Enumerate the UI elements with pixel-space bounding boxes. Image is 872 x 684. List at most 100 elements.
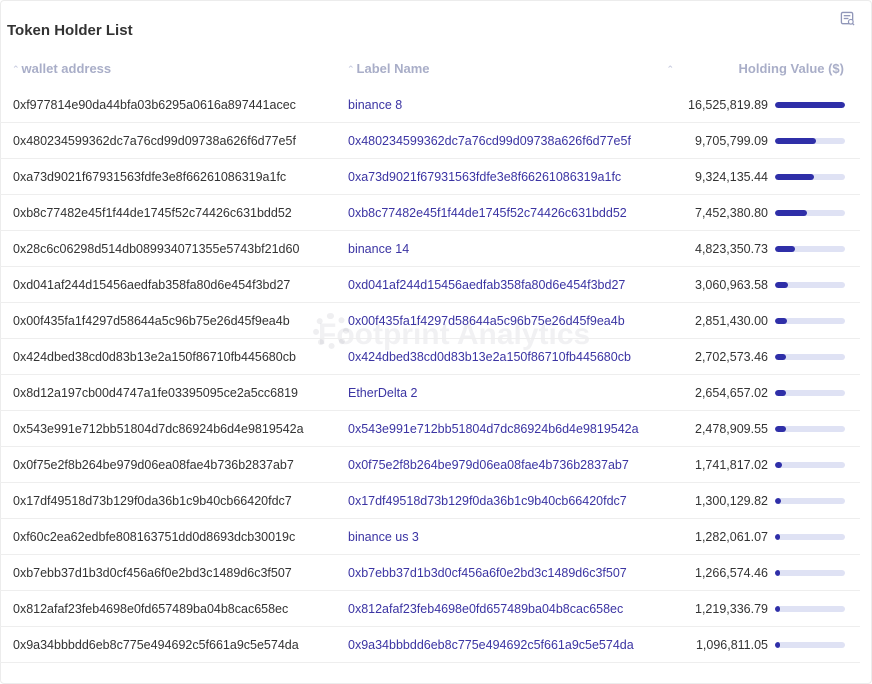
column-header-label-text: Label Name	[356, 61, 430, 76]
wallet-address-cell: 0x8d12a197cb00d4747a1fe03395095ce2a5cc68…	[13, 386, 298, 400]
holding-bar-track	[775, 138, 845, 144]
holding-bar-track	[775, 102, 845, 108]
label-name-link[interactable]: 0x543e991e712bb51804d7dc86924b6d4e981954…	[348, 411, 639, 447]
table-export-icon[interactable]	[840, 11, 855, 26]
label-name-link[interactable]: 0x00f435fa1f4297d58644a5c96b75e26d45f9ea…	[348, 303, 625, 339]
holding-bar-fill	[775, 462, 783, 468]
holding-bar-fill	[775, 210, 807, 216]
holding-bar-fill	[775, 426, 786, 432]
table-header: ⌃ wallet address ⌃ Label Name ⌃ Holding Val…	[0, 58, 860, 86]
wallet-address-cell: 0xf60c2ea62edbfe808163751dd0d8693dcb3001…	[13, 530, 296, 544]
sort-icon: ⌃	[666, 64, 674, 74]
label-name-link[interactable]: 0x9a34bbbdd6eb8c775e494692c5f661a9c5e574…	[348, 627, 634, 663]
table-row: 0xd041af244d15456aedfab358fa80d6e454f3bd…	[0, 267, 860, 303]
holding-bar-track	[775, 570, 845, 576]
holding-value-cell: 1,282,061.07	[695, 530, 768, 544]
table-row: 0x00f435fa1f4297d58644a5c96b75e26d45f9ea…	[0, 303, 860, 339]
wallet-address-cell: 0x9a34bbbdd6eb8c775e494692c5f661a9c5e574…	[13, 638, 299, 652]
sort-icon: ⌃	[347, 64, 355, 74]
holding-value-cell: 2,654,657.02	[695, 386, 768, 400]
wallet-address-cell: 0x480234599362dc7a76cd99d09738a626f6d77e…	[13, 134, 296, 148]
wallet-address-cell: 0x0f75e2f8b264be979d06ea08fae4b736b2837a…	[13, 458, 294, 472]
holding-bar-fill	[775, 390, 787, 396]
column-header-wallet[interactable]: ⌃ wallet address	[12, 58, 111, 86]
holding-bar-fill	[775, 570, 781, 576]
wallet-address-cell: 0x812afaf23feb4698e0fd657489ba04b8cac658…	[13, 602, 289, 616]
holding-value-cell: 9,324,135.44	[695, 170, 768, 184]
label-name-link[interactable]: 0x424dbed38cd0d83b13e2a150f86710fb445680…	[348, 339, 631, 375]
holding-value-cell: 3,060,963.58	[695, 278, 768, 292]
holding-bar-track	[775, 642, 845, 648]
label-name-link[interactable]: 0xa73d9021f67931563fdfe3e8f66261086319a1…	[348, 159, 621, 195]
table-row: 0x17df49518d73b129f0da36b1c9b40cb66420fd…	[0, 483, 860, 519]
holding-bar-fill	[775, 318, 788, 324]
table-row: 0x812afaf23feb4698e0fd657489ba04b8cac658…	[0, 591, 860, 627]
table-row: 0xf60c2ea62edbfe808163751dd0d8693dcb3001…	[0, 519, 860, 555]
holding-bar-track	[775, 246, 845, 252]
table-row: 0xb7ebb37d1b3d0cf456a6f0e2bd3c1489d6c3f5…	[0, 555, 860, 591]
wallet-address-cell: 0x17df49518d73b129f0da36b1c9b40cb66420fd…	[13, 494, 292, 508]
holding-bar-track	[775, 534, 845, 540]
table-row: 0x480234599362dc7a76cd99d09738a626f6d77e…	[0, 123, 860, 159]
label-name-link[interactable]: binance 14	[348, 231, 409, 267]
holding-value-cell: 7,452,380.80	[695, 206, 768, 220]
column-header-wallet-label: wallet address	[21, 61, 112, 76]
holding-bar-fill	[775, 174, 815, 180]
wallet-address-cell: 0xf977814e90da44bfa03b6295a0616a897441ac…	[13, 98, 296, 112]
holding-bar-track	[775, 426, 845, 432]
column-header-holding[interactable]: ⌃ Holding Value ($)	[666, 58, 844, 86]
wallet-address-cell: 0x28c6c06298d514db089934071355e5743bf21d…	[13, 242, 300, 256]
holding-value-cell: 2,702,573.46	[695, 350, 768, 364]
holding-bar-fill	[775, 606, 781, 612]
wallet-address-cell: 0xb7ebb37d1b3d0cf456a6f0e2bd3c1489d6c3f5…	[13, 566, 292, 580]
holding-value-cell: 2,478,909.55	[695, 422, 768, 436]
label-name-link[interactable]: 0x0f75e2f8b264be979d06ea08fae4b736b2837a…	[348, 447, 629, 483]
column-header-label[interactable]: ⌃ Label Name	[347, 58, 430, 86]
label-name-link[interactable]: 0x812afaf23feb4698e0fd657489ba04b8cac658…	[348, 591, 623, 627]
column-header-holding-text: Holding Value ($)	[738, 61, 844, 76]
table-row: 0x9a34bbbdd6eb8c775e494692c5f661a9c5e574…	[0, 627, 860, 663]
label-name-link[interactable]: 0xb7ebb37d1b3d0cf456a6f0e2bd3c1489d6c3f5…	[348, 555, 627, 591]
table-row: 0x543e991e712bb51804d7dc86924b6d4e981954…	[0, 411, 860, 447]
holding-value-cell: 1,741,817.02	[695, 458, 768, 472]
label-name-link[interactable]: 0xd041af244d15456aedfab358fa80d6e454f3bd…	[348, 267, 625, 303]
holding-bar-track	[775, 606, 845, 612]
holding-bar-track	[775, 498, 845, 504]
holding-value-cell: 9,705,799.09	[695, 134, 768, 148]
holding-bar-fill	[775, 138, 817, 144]
holding-bar-track	[775, 174, 845, 180]
holding-bar-track	[775, 210, 845, 216]
wallet-address-cell: 0xa73d9021f67931563fdfe3e8f66261086319a1…	[13, 170, 287, 184]
label-name-link[interactable]: EtherDelta 2	[348, 375, 417, 411]
holding-bar-track	[775, 354, 845, 360]
wallet-address-cell: 0xb8c77482e45f1f44de1745f52c74426c631bdd…	[13, 206, 292, 220]
holding-bar-fill	[775, 246, 796, 252]
panel-title: Token Holder List	[7, 22, 133, 39]
holding-bar-fill	[775, 534, 781, 540]
holding-bar-fill	[775, 354, 787, 360]
wallet-address-cell: 0x424dbed38cd0d83b13e2a150f86710fb445680…	[13, 350, 296, 364]
table-row: 0xb8c77482e45f1f44de1745f52c74426c631bdd…	[0, 195, 860, 231]
wallet-address-cell: 0xd041af244d15456aedfab358fa80d6e454f3bd…	[13, 278, 291, 292]
holding-value-cell: 1,219,336.79	[695, 602, 768, 616]
holding-value-cell: 16,525,819.89	[688, 98, 768, 112]
table-row: 0xa73d9021f67931563fdfe3e8f66261086319a1…	[0, 159, 860, 195]
holding-bar-fill	[775, 642, 780, 648]
holding-bar-track	[775, 282, 845, 288]
wallet-address-cell: 0x00f435fa1f4297d58644a5c96b75e26d45f9ea…	[13, 314, 290, 328]
table-row: 0x424dbed38cd0d83b13e2a150f86710fb445680…	[0, 339, 860, 375]
label-name-link[interactable]: 0x480234599362dc7a76cd99d09738a626f6d77e…	[348, 123, 631, 159]
holding-bar-fill	[775, 102, 845, 108]
label-name-link[interactable]: binance us 3	[348, 519, 419, 555]
table-row: 0x0f75e2f8b264be979d06ea08fae4b736b2837a…	[0, 447, 860, 483]
label-name-link[interactable]: 0xb8c77482e45f1f44de1745f52c74426c631bdd…	[348, 195, 627, 231]
label-name-link[interactable]: 0x17df49518d73b129f0da36b1c9b40cb66420fd…	[348, 483, 627, 519]
wallet-address-cell: 0x543e991e712bb51804d7dc86924b6d4e981954…	[13, 422, 304, 436]
table-row: 0x28c6c06298d514db089934071355e5743bf21d…	[0, 231, 860, 267]
label-name-link[interactable]: binance 8	[348, 87, 402, 123]
sort-icon: ⌃	[12, 64, 20, 74]
holding-bar-track	[775, 318, 845, 324]
holding-value-cell: 4,823,350.73	[695, 242, 768, 256]
table-body: 0xf977814e90da44bfa03b6295a0616a897441ac…	[0, 87, 860, 663]
holding-value-cell: 2,851,430.00	[695, 314, 768, 328]
